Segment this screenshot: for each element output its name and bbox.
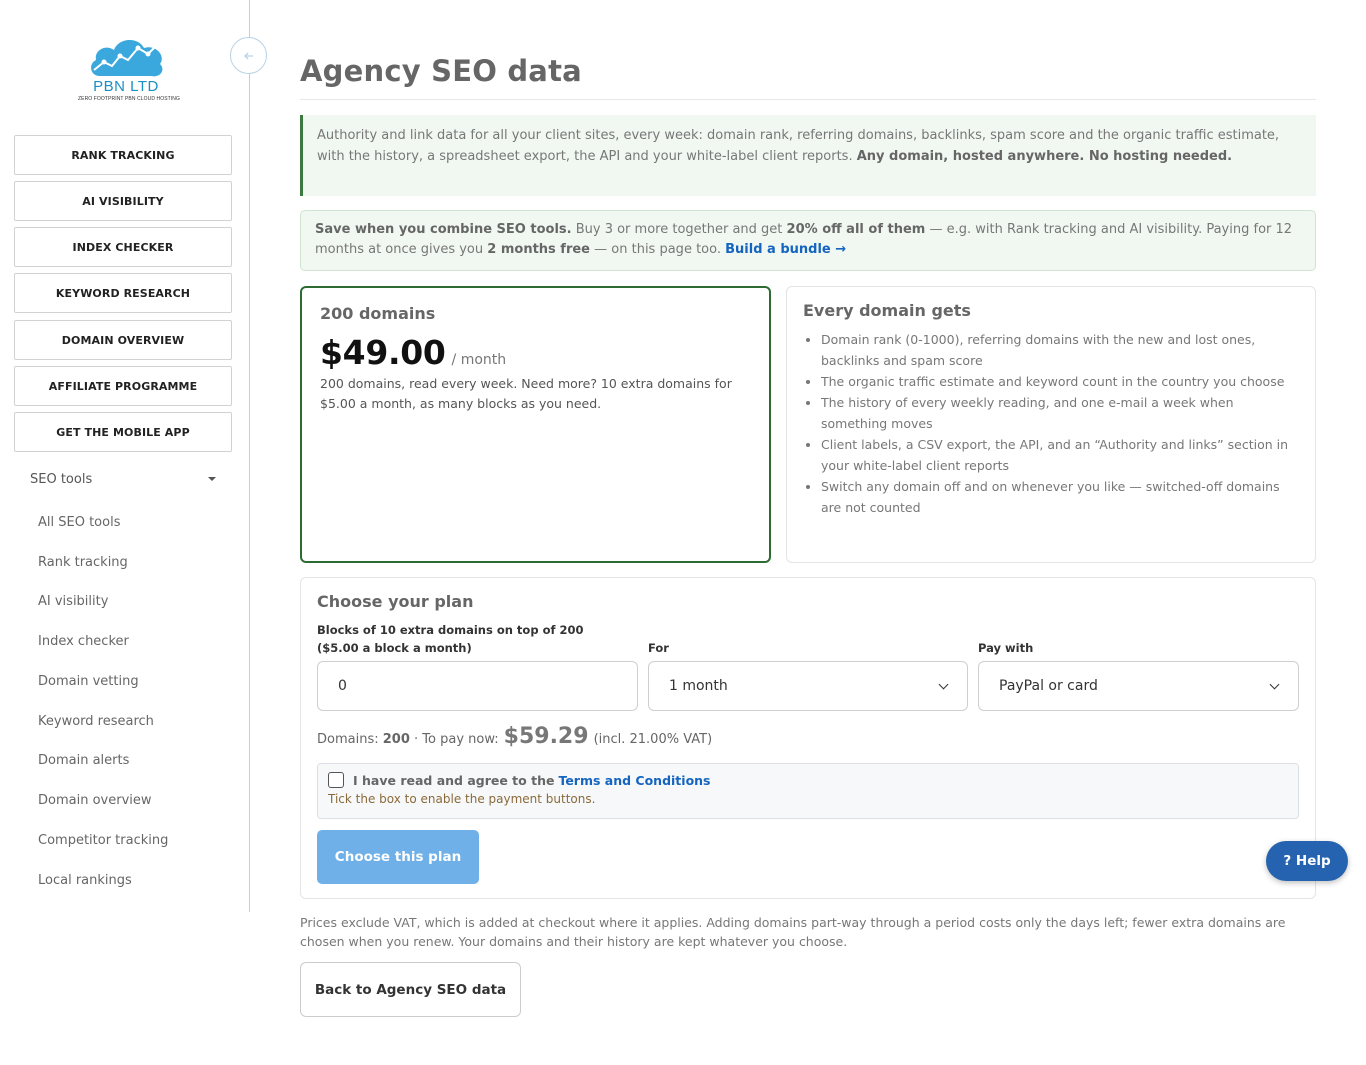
title-divider: [300, 99, 1316, 100]
payment-method-value: PayPal or card: [999, 678, 1098, 694]
caret-down-icon: [208, 477, 216, 481]
sidebar-button-affiliate-programme[interactable]: AFFILIATE PROGRAMME: [14, 366, 232, 406]
sidebar-button-keyword-research[interactable]: KEYWORD RESEARCH: [14, 273, 232, 313]
terms-hint: Tick the box to enable the payment butto…: [328, 792, 596, 806]
build-bundle-link[interactable]: Build a bundle →: [725, 242, 846, 257]
feature-item: The history of every weekly reading, and…: [821, 392, 1299, 434]
brand-tagline: ZERO FOOTPRINT PBN CLOUD HOSTING: [78, 96, 181, 102]
price-row: $49.00 / month: [320, 333, 751, 372]
sidebar-link-all-seo-tools[interactable]: All SEO tools: [38, 515, 120, 530]
feature-item: Client labels, a CSV export, the API, an…: [821, 434, 1299, 476]
plan-period: / month: [451, 352, 507, 368]
sidebar-link-rank-tracking[interactable]: Rank tracking: [38, 555, 128, 570]
for-label: For: [648, 641, 669, 655]
features-title: Every domain gets: [803, 301, 971, 320]
brand-name: PBN LTD: [93, 78, 159, 95]
chevron-down-icon: [1269, 679, 1280, 689]
period-select[interactable]: 1 month: [648, 661, 968, 711]
blocks-label: Blocks of 10 extra domains on top of 200…: [317, 623, 584, 655]
order-summary: Domains: 200 · To pay now: $59.29 (incl.…: [317, 724, 712, 749]
pricing-footnote: Prices exclude VAT, which is added at ch…: [300, 915, 1286, 949]
terms-text: I have read and agree to the: [353, 772, 555, 788]
sidebar: PBN LTD ZERO FOOTPRINT PBN CLOUD HOSTING…: [0, 0, 250, 912]
terms-checkbox[interactable]: [328, 772, 344, 788]
choose-plan-panel: Choose your plan Blocks of 10 extra doma…: [300, 577, 1316, 899]
sidebar-link-index-checker[interactable]: Index checker: [38, 634, 129, 649]
sidebar-link-domain-vetting[interactable]: Domain vetting: [38, 674, 139, 689]
feature-item: The organic traffic estimate and keyword…: [821, 371, 1299, 392]
total-price: $59.29: [503, 724, 589, 749]
feature-item: Switch any domain off and on whenever yo…: [821, 476, 1299, 518]
vat-note: (incl. 21.00% VAT): [593, 732, 713, 747]
bundle-callout: Save when you combine SEO tools. Buy 3 o…: [300, 210, 1316, 271]
choose-plan-title: Choose your plan: [317, 592, 474, 611]
domains-count: 200: [382, 732, 410, 747]
chevron-down-icon: [938, 679, 949, 689]
features-list: Domain rank (0-1000), referring domains …: [803, 329, 1299, 518]
bundle-discount: 20% off all of them: [786, 222, 926, 237]
sidebar-collapse-button[interactable]: [230, 37, 267, 74]
arrow-left-icon: [243, 52, 253, 59]
cloud-chart-icon: [91, 39, 163, 77]
back-button[interactable]: Back to Agency SEO data: [300, 962, 521, 1017]
terms-link[interactable]: Terms and Conditions: [558, 773, 710, 788]
bundle-text-1: Buy 3 or more together and get: [575, 222, 783, 237]
brand-logo[interactable]: PBN LTD ZERO FOOTPRINT PBN CLOUD HOSTING: [78, 32, 181, 114]
sidebar-button-rank-tracking[interactable]: RANK TRACKING: [14, 135, 232, 175]
sidebar-link-local-rankings[interactable]: Local rankings: [38, 873, 132, 888]
sidebar-link-ai-visibility[interactable]: AI visibility: [38, 594, 108, 609]
sidebar-button-mobile-app[interactable]: GET THE MOBILE APP: [14, 412, 232, 452]
feature-item: Domain rank (0-1000), referring domains …: [821, 329, 1299, 371]
choose-plan-button[interactable]: Choose this plan: [317, 830, 479, 884]
sidebar-link-competitor-tracking[interactable]: Competitor tracking: [38, 833, 168, 848]
pay-prefix: · To pay now:: [414, 732, 499, 747]
page-title: Agency SEO data: [300, 54, 582, 88]
sidebar-link-keyword-research[interactable]: Keyword research: [38, 714, 154, 729]
bundle-lead: Save when you combine SEO tools.: [315, 222, 572, 237]
blocks-value: 0: [338, 678, 347, 694]
help-button[interactable]: ? Help: [1266, 841, 1348, 881]
intro-bold: Any domain, hosted anywhere. No hosting …: [856, 149, 1233, 164]
terms-box: I have read and agree to the Terms and C…: [317, 763, 1299, 819]
terms-row: I have read and agree to the Terms and C…: [328, 772, 1288, 788]
bundle-free-months: 2 months free: [487, 242, 591, 257]
plan-card: 200 domains $49.00 / month 200 domains, …: [300, 286, 771, 563]
plan-name: 200 domains: [320, 304, 436, 323]
bundle-text-3: — on this page too.: [594, 242, 721, 257]
plan-price: $49.00: [320, 333, 446, 372]
seo-tools-toggle[interactable]: SEO tools: [30, 469, 220, 489]
plan-description: 200 domains, read every week. Need more?…: [320, 376, 732, 411]
domains-prefix: Domains:: [317, 732, 379, 747]
pay-with-label: Pay with: [978, 641, 1034, 655]
sidebar-link-domain-overview[interactable]: Domain overview: [38, 793, 152, 808]
sidebar-button-index-checker[interactable]: INDEX CHECKER: [14, 227, 232, 267]
seo-tools-label: SEO tools: [30, 471, 93, 487]
sidebar-link-domain-alerts[interactable]: Domain alerts: [38, 753, 129, 768]
blocks-input[interactable]: 0: [317, 661, 638, 711]
period-value: 1 month: [669, 678, 728, 694]
payment-method-select[interactable]: PayPal or card: [978, 661, 1299, 711]
sidebar-button-ai-visibility[interactable]: AI VISIBILITY: [14, 181, 232, 221]
sidebar-button-domain-overview[interactable]: DOMAIN OVERVIEW: [14, 320, 232, 360]
features-card: Every domain gets Domain rank (0-1000), …: [786, 286, 1316, 563]
intro-callout: Authority and link data for all your cli…: [300, 115, 1316, 196]
